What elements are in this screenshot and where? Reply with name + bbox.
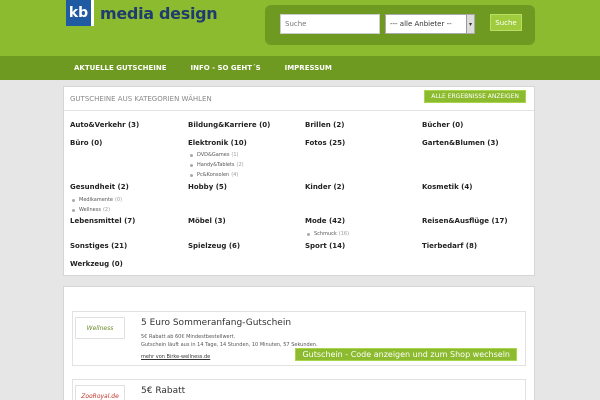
- bullet-icon: [72, 198, 75, 202]
- subcategory-label: Schmuck: [314, 231, 337, 237]
- coupon-description-line: Gutschein läuft aus in 14 Tage, 14 Stund…: [141, 342, 318, 348]
- subcategory-item[interactable]: Schmuck (16): [307, 231, 349, 237]
- category-kinder[interactable]: Kinder (2): [305, 183, 345, 191]
- search-button[interactable]: Suche: [490, 14, 522, 31]
- category-reisen[interactable]: Reisen&Ausflüge (17): [422, 217, 508, 225]
- coupon-description-line: 5€ Rabatt ab 60€ Mindestbestellwert.: [141, 334, 236, 340]
- subcategory-item[interactable]: DVD&Games (1): [190, 152, 239, 158]
- panel-header: GUTSCHEINE AUS KATEGORIEN WÄHLEN ALLE ER…: [64, 87, 534, 111]
- nav-item-info[interactable]: INFO - SO GEHT´S: [191, 64, 261, 72]
- category-sport[interactable]: Sport (14): [305, 242, 345, 250]
- category-fotos[interactable]: Fotos (25): [305, 139, 345, 147]
- category-lebensmittel[interactable]: Lebensmittel (7): [70, 217, 135, 225]
- bullet-icon: [307, 232, 310, 236]
- nav-item-current-coupons[interactable]: AKTUELLE GUTSCHEINE: [74, 64, 167, 72]
- bullet-icon: [190, 153, 193, 157]
- header: kb media design --- alle Anbieter -- ▾ S…: [0, 0, 600, 56]
- show-code-button[interactable]: Gutschein - Code anzeigen und zum Shop w…: [295, 348, 517, 361]
- shop-logo[interactable]: ZooRoyal.de: [75, 385, 125, 400]
- categories-panel: GUTSCHEINE AUS KATEGORIEN WÄHLEN ALLE ER…: [63, 86, 535, 276]
- category-moebel[interactable]: Möbel (3): [188, 217, 226, 225]
- coupon-card: ZooRoyal.de 5€ Rabatt: [72, 379, 526, 400]
- category-mode[interactable]: Mode (42): [305, 217, 345, 225]
- category-elektronik[interactable]: Elektronik (10): [188, 139, 247, 147]
- subcategory-label: Pc&Konsolen: [197, 172, 230, 178]
- subcategory-label: Wellness: [79, 207, 101, 213]
- subcategory-count: (16): [338, 231, 350, 237]
- subcategory-label: Handy&Tablets: [197, 162, 235, 168]
- bullet-icon: [190, 173, 193, 177]
- logo-text: media design: [100, 3, 218, 23]
- category-bildung[interactable]: Bildung&Karriere (0): [188, 121, 270, 129]
- subcategory-label: DVD&Games: [197, 152, 230, 158]
- subcategory-item[interactable]: Wellness (2): [72, 207, 110, 213]
- coupon-title[interactable]: 5 Euro Sommeranfang-Gutschein: [141, 318, 291, 328]
- bullet-icon: [72, 208, 75, 212]
- subcategory-count: (4): [231, 172, 239, 178]
- category-buecher[interactable]: Bücher (0): [422, 121, 463, 129]
- category-spielzeug[interactable]: Spielzeug (6): [188, 242, 240, 250]
- category-garten[interactable]: Garten&Blumen (3): [422, 139, 499, 147]
- navbar: AKTUELLE GUTSCHEINE INFO - SO GEHT´S IMP…: [0, 56, 600, 80]
- provider-select-value: --- alle Anbieter --: [390, 20, 452, 28]
- panel-title: GUTSCHEINE AUS KATEGORIEN WÄHLEN: [70, 95, 212, 103]
- coupon-title[interactable]: 5€ Rabatt: [141, 386, 185, 396]
- subcategory-count: (2): [102, 207, 111, 213]
- coupon-more-link[interactable]: mehr von Birke-wellness.de: [141, 354, 210, 360]
- dropdown-arrow-icon[interactable]: ▾: [466, 15, 474, 33]
- subcategory-label: Medikamente: [79, 197, 113, 203]
- subcategory-count: (1): [231, 152, 239, 158]
- subcategory-item[interactable]: Handy&Tablets (2): [190, 162, 244, 168]
- show-all-button[interactable]: ALLE ERGEBNISSE ANZEIGEN: [424, 90, 526, 103]
- category-tierbedarf[interactable]: Tierbedarf (8): [422, 242, 477, 250]
- category-buero[interactable]: Büro (0): [70, 139, 102, 147]
- subcategory-item[interactable]: Pc&Konsolen (4): [190, 172, 238, 178]
- category-brillen[interactable]: Brillen (2): [305, 121, 344, 129]
- category-kosmetik[interactable]: Kosmetik (4): [422, 183, 472, 191]
- bullet-icon: [190, 163, 193, 167]
- category-gesundheit[interactable]: Gesundheit (2): [70, 183, 129, 191]
- subcategory-count: (0): [114, 197, 123, 203]
- coupon-description: 5€ Rabatt ab 60€ Mindestbestellwert. Gut…: [141, 333, 318, 349]
- category-auto[interactable]: Auto&Verkehr (3): [70, 121, 139, 129]
- search-box: --- alle Anbieter -- ▾ Suche: [265, 5, 535, 45]
- shop-logo[interactable]: Wellness: [75, 317, 125, 339]
- search-input[interactable]: [280, 14, 380, 34]
- coupon-card: Wellness 5 Euro Sommeranfang-Gutschein 5…: [72, 311, 526, 366]
- category-hobby[interactable]: Hobby (5): [188, 183, 227, 191]
- logo[interactable]: kb media design: [66, 0, 218, 26]
- category-sonstiges[interactable]: Sonstiges (21): [70, 242, 127, 250]
- subcategory-count: (2): [236, 162, 244, 168]
- coupon-list: Wellness 5 Euro Sommeranfang-Gutschein 5…: [63, 286, 535, 400]
- category-werkzeug[interactable]: Werkzeug (0): [70, 260, 123, 268]
- provider-select[interactable]: --- alle Anbieter -- ▾: [385, 14, 475, 34]
- subcategory-item[interactable]: Medikamente (0): [72, 197, 122, 203]
- logo-badge: kb: [66, 0, 94, 26]
- nav-item-imprint[interactable]: IMPRESSUM: [285, 64, 332, 72]
